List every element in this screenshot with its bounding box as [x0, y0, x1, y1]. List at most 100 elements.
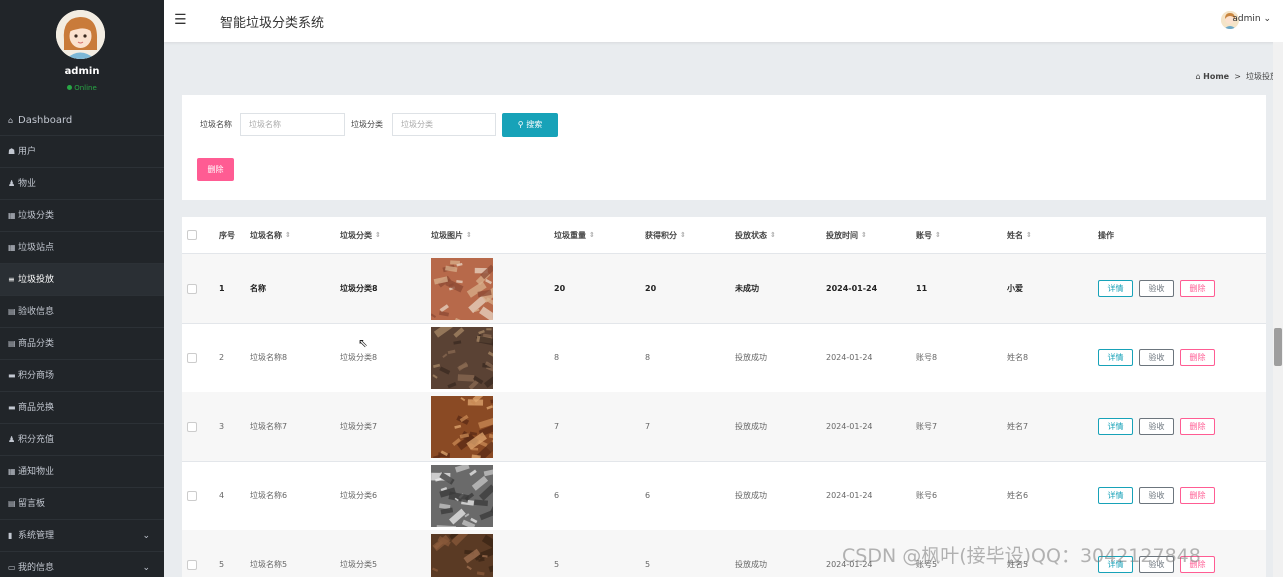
sidebar-item-label: 积分充值: [18, 435, 55, 445]
sort-icon[interactable]: ⇕: [935, 231, 941, 239]
breadcrumb-home[interactable]: Home: [1203, 72, 1229, 81]
sort-icon[interactable]: ⇕: [466, 231, 472, 239]
column-header[interactable]: 姓名 ⇕: [1007, 217, 1032, 253]
column-header: 操作: [1098, 217, 1114, 253]
sidebar-item-9[interactable]: ▬ 商品兑换: [0, 392, 164, 424]
menu-toggle-icon[interactable]: ☰: [174, 12, 187, 28]
table-header: 序号 垃圾名称 ⇕ 垃圾分类 ⇕ 垃圾图片 ⇕ 垃圾重量 ⇕ 获得积分 ⇕ 投放状态 ⇕ 投放时间 ⇕ 账号 ⇕…: [182, 217, 1266, 254]
sidebar-item-4[interactable]: ▦ 垃圾站点: [0, 232, 164, 264]
accept-button[interactable]: 验收: [1139, 487, 1174, 504]
sidebar-item-13[interactable]: ▮ 系统管理 ⌄: [0, 520, 164, 552]
row-checkbox[interactable]: [187, 530, 197, 577]
detail-button[interactable]: 详情: [1098, 418, 1133, 435]
sidebar-item-14[interactable]: ▭ 我的信息 ⌄: [0, 552, 164, 577]
column-header[interactable]: 获得积分 ⇕: [645, 217, 686, 253]
sidebar-item-7[interactable]: ▤ 商品分类: [0, 328, 164, 360]
column-header[interactable]: 投放时间 ⇕: [826, 217, 867, 253]
column-header: 序号: [219, 217, 235, 253]
delete-button[interactable]: 删除: [1180, 418, 1215, 435]
sort-icon[interactable]: ⇕: [589, 231, 595, 239]
header-username: admin: [1232, 14, 1261, 24]
cell-name: 名称: [250, 284, 266, 293]
header-user-menu[interactable]: admin ⌄: [1232, 14, 1271, 24]
column-header[interactable]: 垃圾重量 ⇕: [554, 217, 595, 253]
sidebar-item-2[interactable]: ♟ 物业: [0, 168, 164, 200]
garbage-image[interactable]: [431, 323, 493, 392]
cell-person: 小爱: [1007, 284, 1023, 293]
scroll-thumb[interactable]: [1274, 328, 1282, 366]
search-button[interactable]: ⚲ 搜索: [502, 113, 558, 137]
detail-button[interactable]: 详情: [1098, 280, 1133, 297]
grid-icon: ▦: [8, 467, 16, 476]
column-header[interactable]: 垃圾图片 ⇕: [431, 217, 472, 253]
breadcrumb-separator: >: [1234, 72, 1241, 81]
cell-time: 2024-01-24: [826, 491, 873, 500]
detail-button[interactable]: 详情: [1098, 487, 1133, 504]
sort-icon[interactable]: ⇕: [285, 231, 291, 239]
column-header[interactable]: 垃圾分类 ⇕: [340, 217, 381, 253]
category-label: 垃圾分类: [351, 120, 383, 129]
delete-button[interactable]: 删除: [1180, 349, 1215, 366]
column-header-label: 垃圾重量: [554, 230, 586, 240]
user-icon: ♟: [8, 435, 16, 444]
row-checkbox[interactable]: [187, 392, 197, 461]
sidebar-item-label: 留言板: [18, 499, 46, 509]
sidebar-item-8[interactable]: ▬ 积分商场: [0, 360, 164, 392]
row-checkbox[interactable]: [187, 254, 197, 323]
sidebar-item-12[interactable]: ▤ 留言板: [0, 488, 164, 520]
accept-button[interactable]: 验收: [1139, 349, 1174, 366]
cell-account: 账号8: [916, 353, 938, 362]
sidebar-item-label: 商品分类: [18, 339, 55, 349]
column-header-label: 序号: [219, 230, 235, 240]
sort-icon[interactable]: ⇕: [861, 231, 867, 239]
sidebar-item-1[interactable]: ☗ 用户: [0, 136, 164, 168]
grid-icon: ▦: [8, 243, 16, 252]
sidebar-item-label: 垃圾投放: [18, 275, 55, 285]
column-header[interactable]: 垃圾名称 ⇕: [250, 217, 291, 253]
sidebar-item-label: 垃圾站点: [18, 243, 55, 253]
column-header[interactable]: 账号 ⇕: [916, 217, 941, 253]
chevron-down-icon: ⌄: [142, 531, 150, 541]
cell-name: 垃圾名称5: [250, 560, 288, 569]
cell-person: 姓名6: [1007, 491, 1029, 500]
sidebar-item-11[interactable]: ▦ 通知物业: [0, 456, 164, 488]
cell-points: 20: [645, 284, 657, 293]
row-actions: 详情 验收 删除: [1098, 323, 1215, 392]
sidebar-item-3[interactable]: ▦ 垃圾分类: [0, 200, 164, 232]
sort-icon[interactable]: ⇕: [680, 231, 686, 239]
sort-icon[interactable]: ⇕: [375, 231, 381, 239]
sidebar-item-0[interactable]: ⌂ Dashboard: [0, 105, 164, 136]
avatar[interactable]: [56, 10, 105, 59]
name-search-input[interactable]: 垃圾名称: [240, 113, 345, 136]
cell-no: 1: [219, 284, 225, 293]
select-all-checkbox[interactable]: [187, 217, 197, 253]
column-header[interactable]: 投放状态 ⇕: [735, 217, 776, 253]
accept-button[interactable]: 验收: [1139, 280, 1174, 297]
store-icon: ▬: [8, 403, 16, 412]
search-panel: 垃圾名称 垃圾名称 垃圾分类 垃圾分类 ⚲ 搜索 删除: [182, 95, 1266, 200]
accept-button[interactable]: 验收: [1139, 418, 1174, 435]
search-button-label: 搜索: [526, 120, 543, 129]
garbage-image[interactable]: [431, 392, 493, 461]
garbage-image[interactable]: [431, 254, 493, 323]
sidebar-item-10[interactable]: ♟ 积分充值: [0, 424, 164, 456]
row-checkbox[interactable]: [187, 323, 197, 392]
detail-button[interactable]: 详情: [1098, 349, 1133, 366]
table-row: 4 垃圾名称6 垃圾分类6 6 6 投放成功 2024-01-24 账号6 姓名6 详情 验收 删除: [182, 461, 1266, 531]
delete-button[interactable]: 删除: [1180, 280, 1215, 297]
category-search-input[interactable]: 垃圾分类: [392, 113, 496, 136]
sort-icon[interactable]: ⇕: [1026, 231, 1032, 239]
delete-button[interactable]: 删除: [1180, 487, 1215, 504]
batch-delete-button[interactable]: 删除: [197, 158, 234, 181]
sort-icon[interactable]: ⇕: [770, 231, 776, 239]
garbage-image[interactable]: [431, 530, 493, 577]
sidebar-item-6[interactable]: ▤ 验收信息: [0, 296, 164, 328]
row-checkbox[interactable]: [187, 461, 197, 530]
chevron-down-icon: ⌄: [142, 563, 150, 573]
table-row: 1 名称 垃圾分类8 20 20 未成功 2024-01-24 11 小爱 详情 验收 删除: [182, 254, 1266, 324]
garbage-image[interactable]: [431, 461, 493, 530]
sidebar-item-5[interactable]: ≡ 垃圾投放: [0, 264, 164, 296]
page-scrollbar[interactable]: [1273, 42, 1283, 577]
cell-points: 7: [645, 422, 651, 431]
card-icon: ▭: [8, 563, 16, 572]
